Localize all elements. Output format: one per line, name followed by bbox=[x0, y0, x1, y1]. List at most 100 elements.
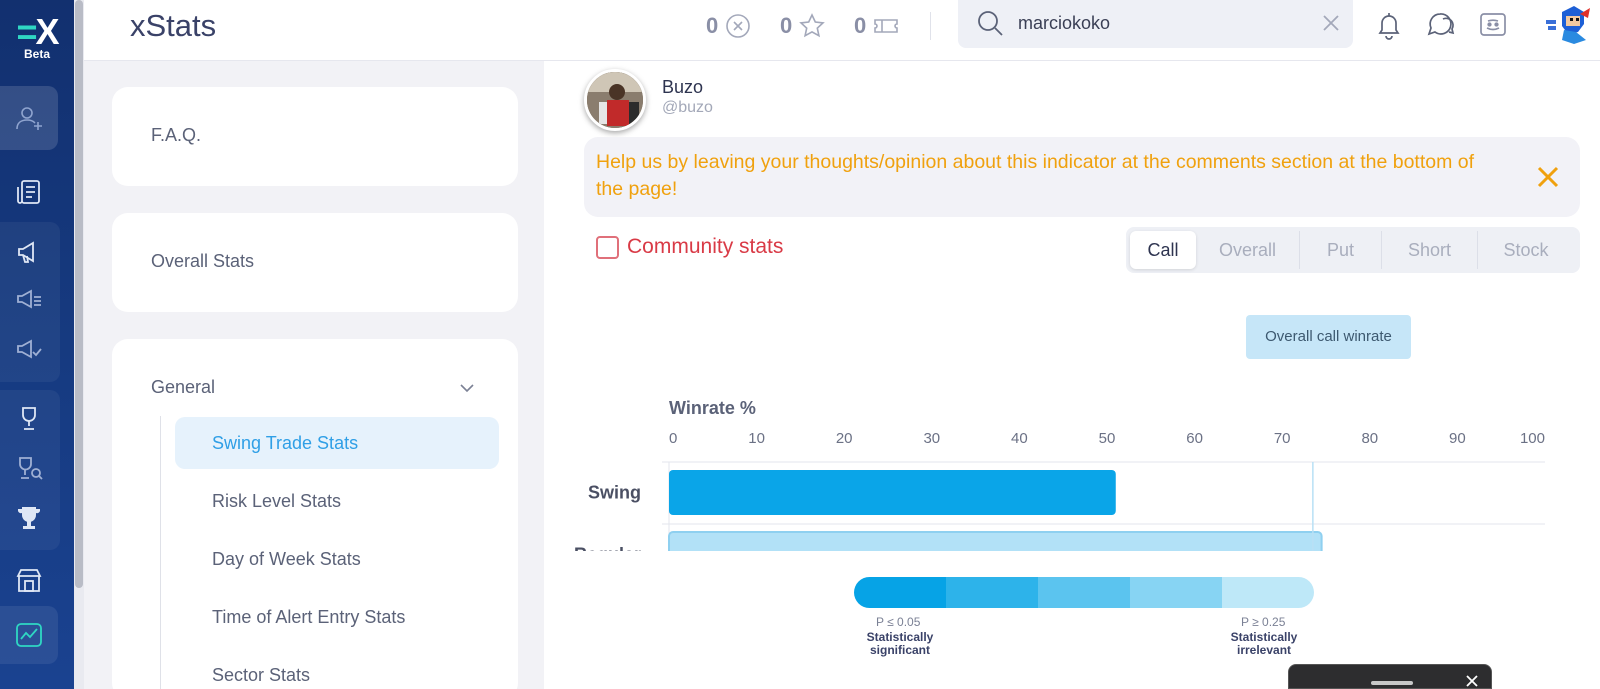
chevron-down-icon[interactable] bbox=[458, 379, 476, 397]
stars-counter[interactable]: 0 bbox=[780, 12, 826, 40]
coins-count: 0 bbox=[706, 13, 719, 38]
close-popup-icon[interactable] bbox=[1465, 674, 1479, 688]
x-tick-label: 20 bbox=[836, 430, 853, 447]
logo-mark: =X bbox=[16, 11, 59, 52]
megaphone-check-icon bbox=[17, 339, 42, 359]
trophy-filled-icon bbox=[18, 507, 40, 529]
app-title: xStats bbox=[130, 8, 217, 43]
faq-card[interactable]: F.A.Q. bbox=[112, 87, 518, 186]
subnav-sector-stats[interactable]: Sector Stats bbox=[175, 649, 499, 689]
tab-stock[interactable]: Stock bbox=[1478, 231, 1574, 269]
faq-link[interactable]: F.A.Q. bbox=[151, 125, 201, 146]
profile-name: Buzo bbox=[662, 77, 704, 97]
feedback-notice: Help us by leaving your thoughts/opinion… bbox=[584, 137, 1580, 217]
community-stats-label: Community stats bbox=[627, 235, 784, 258]
significance-step-1 bbox=[854, 577, 946, 608]
legend-right-p: P ≥ 0.25 bbox=[1241, 615, 1286, 629]
tickets-counter[interactable]: 0 bbox=[854, 12, 900, 40]
tab-put[interactable]: Put bbox=[1300, 231, 1382, 269]
discord-button[interactable] bbox=[1478, 10, 1508, 40]
bottom-popup[interactable] bbox=[1288, 664, 1492, 689]
subnav-line bbox=[160, 416, 161, 689]
x-tick-label: 100 bbox=[1520, 430, 1545, 447]
document-list-icon bbox=[17, 180, 40, 204]
discord-icon bbox=[1480, 13, 1506, 36]
x-tick-label: 60 bbox=[1186, 430, 1203, 447]
ticket-icon bbox=[874, 19, 899, 33]
user-menu-avatar[interactable] bbox=[1544, 4, 1596, 46]
icon-rail: =X Beta bbox=[0, 0, 84, 689]
clear-search-icon[interactable] bbox=[1321, 13, 1341, 33]
legend-left-p: P ≤ 0.05 bbox=[876, 615, 921, 629]
overall-stats-card[interactable]: Overall Stats bbox=[112, 213, 518, 312]
legend-left-desc: Statistically significant bbox=[866, 630, 934, 657]
significance-legend: P ≤ 0.05 Statistically significant P ≥ 0.… bbox=[854, 577, 1314, 657]
megaphone-icon bbox=[18, 241, 34, 263]
search-input[interactable] bbox=[1018, 9, 1308, 37]
beta-badge: Beta bbox=[23, 47, 50, 61]
subnav-swing-trade-stats[interactable]: Swing Trade Stats bbox=[175, 417, 499, 469]
x-tick-label: 50 bbox=[1099, 430, 1116, 447]
trophy-search-icon bbox=[19, 457, 43, 480]
x-coin-icon bbox=[726, 14, 751, 38]
community-stats-checkbox[interactable] bbox=[596, 235, 619, 259]
stars-count: 0 bbox=[780, 13, 793, 38]
significance-step-2 bbox=[946, 577, 1038, 608]
notice-text: Help us by leaving your thoughts/opinion… bbox=[596, 151, 1475, 200]
notifications-button[interactable] bbox=[1374, 10, 1404, 40]
store-button[interactable] bbox=[0, 548, 58, 612]
chat-bubbles-icon bbox=[1427, 13, 1455, 36]
significance-step-3 bbox=[1038, 577, 1130, 608]
subnav-day-of-week-stats[interactable]: Day of Week Stats bbox=[175, 533, 499, 585]
significance-scale bbox=[854, 577, 1314, 608]
winrate-chart: Winrate % 0 10 20 30 40 50 60 70 80 90 100 Swing Regu… bbox=[574, 398, 1545, 552]
announcements-check-button[interactable] bbox=[0, 318, 58, 382]
line-chart-icon bbox=[16, 623, 42, 647]
overall-stats-link[interactable]: Overall Stats bbox=[151, 251, 254, 272]
add-user-icon bbox=[16, 107, 42, 130]
x-tick-label: 40 bbox=[1011, 430, 1028, 447]
x-tick-label: 80 bbox=[1361, 430, 1378, 447]
stats-button[interactable] bbox=[0, 606, 58, 664]
community-stats-toggle[interactable]: Community stats bbox=[596, 235, 783, 259]
main-panel: Buzo @buzo Help us by leaving your thoug… bbox=[544, 61, 1600, 689]
bar-regular bbox=[668, 531, 1323, 551]
subnav-risk-level-stats[interactable]: Risk Level Stats bbox=[175, 475, 499, 527]
y-category-label: Regular bbox=[574, 545, 641, 552]
profile-avatar[interactable] bbox=[584, 69, 646, 131]
bell-icon bbox=[1378, 13, 1400, 40]
top-divider bbox=[930, 12, 931, 40]
documents-button[interactable] bbox=[0, 160, 58, 224]
general-section-toggle[interactable]: General bbox=[151, 377, 215, 398]
tab-call[interactable]: Call bbox=[1130, 231, 1196, 269]
significance-step-4 bbox=[1130, 577, 1222, 608]
stat-type-tabs: Call Overall Put Short Stock bbox=[1126, 227, 1580, 273]
search-icon bbox=[978, 11, 1003, 36]
profile-photo bbox=[587, 72, 643, 128]
awards-button[interactable] bbox=[0, 486, 58, 550]
y-category-label: Swing bbox=[588, 483, 641, 503]
chat-button[interactable] bbox=[1426, 10, 1456, 40]
chart-title: Winrate % bbox=[669, 398, 756, 418]
x-tick-label: 90 bbox=[1449, 430, 1466, 447]
tab-overall[interactable]: Overall bbox=[1196, 231, 1300, 269]
significance-step-5 bbox=[1222, 577, 1314, 608]
megaphone-list-icon bbox=[17, 289, 41, 309]
tickets-count: 0 bbox=[854, 13, 867, 38]
subnav-time-of-alert-entry-stats[interactable]: Time of Alert Entry Stats bbox=[175, 591, 499, 643]
add-user-button[interactable] bbox=[0, 86, 58, 150]
tab-short[interactable]: Short bbox=[1382, 231, 1478, 269]
profile-handle: @buzo bbox=[662, 99, 713, 116]
store-icon bbox=[16, 569, 42, 592]
coins-counter[interactable]: 0 bbox=[706, 12, 752, 40]
close-icon[interactable] bbox=[1534, 163, 1562, 191]
trophy-icon bbox=[22, 407, 36, 430]
app-logo[interactable]: =X Beta bbox=[0, 11, 74, 62]
x-tick-label: 10 bbox=[748, 430, 765, 447]
x-tick-label: 70 bbox=[1274, 430, 1291, 447]
x-tick-label: 30 bbox=[923, 430, 940, 447]
x-tick-label: 0 bbox=[669, 430, 677, 447]
rail-scrollbar[interactable] bbox=[74, 0, 84, 689]
scrollbar-thumb[interactable] bbox=[75, 0, 83, 588]
drag-handle[interactable] bbox=[1371, 681, 1413, 685]
